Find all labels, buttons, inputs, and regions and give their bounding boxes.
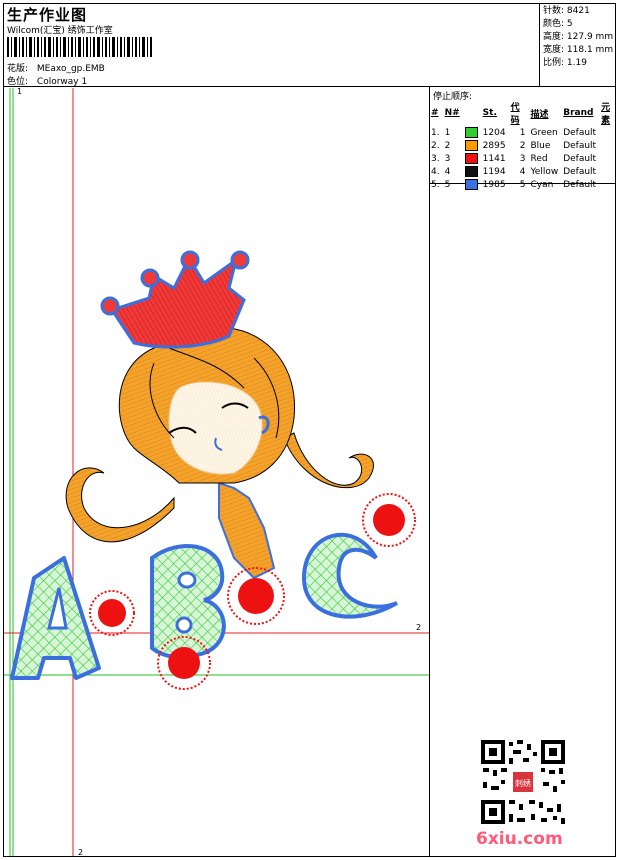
- color-sequence-table: # N# St. 代码 描述 Brand 元素 1. 1 1204 1 Green D…: [430, 100, 620, 191]
- crown-jewel-4: [230, 250, 250, 270]
- page-title: 生产作业图: [7, 6, 88, 24]
- stat-colors: 颜色: 5: [543, 19, 573, 29]
- stat-height: 高度: 127.9 mm: [543, 32, 614, 42]
- guide-label-2-right: 2: [416, 623, 422, 632]
- table-row: 1. 1 1204 1 Green Default: [431, 127, 597, 138]
- qr-badge-text: 刺绣: [515, 778, 531, 788]
- col-desc: 描述: [530, 109, 549, 120]
- watermark: 6xiu.com: [476, 829, 563, 849]
- design-file-value: MEaxo_gp.EMB: [36, 64, 105, 74]
- hair-curl-left: [65, 467, 175, 543]
- colorway-row: 色位: Colorway 1: [7, 74, 87, 87]
- stat-width: 宽度: 118.1 mm: [543, 45, 614, 55]
- qr-code: 刺绣: [479, 738, 567, 826]
- color-swatch: [464, 166, 478, 177]
- barcode: [7, 37, 152, 57]
- pompom-1: [89, 590, 135, 636]
- header-divider: [3, 86, 616, 87]
- col-code: 代码: [510, 103, 520, 126]
- embroidery-preview: [4, 88, 429, 856]
- stat-scale: 比例: 1.19: [543, 58, 587, 68]
- color-swatch: [464, 127, 478, 138]
- crown: [109, 254, 246, 349]
- col-num: #: [431, 108, 439, 118]
- col-swatch: [464, 100, 482, 126]
- stats-divider: [539, 3, 540, 87]
- stat-stitches: 针数: 8421: [543, 6, 590, 16]
- color-swatch: [464, 140, 478, 151]
- crown-jewel-2: [140, 268, 160, 288]
- table-row: 2. 2 2895 2 Blue Default: [431, 140, 597, 151]
- col-n: N#: [444, 108, 460, 118]
- pompom-3: [362, 493, 416, 547]
- colorway-label: 色位:: [7, 77, 29, 87]
- studio-name: Wilcom(汇宝) 绣饰工作室: [7, 26, 113, 36]
- hair-curl-right: [283, 432, 374, 489]
- color-swatch: [464, 179, 478, 190]
- table-header-row: # N# St. 代码 描述 Brand 元素: [430, 100, 620, 126]
- body: [218, 481, 276, 580]
- col-brand: Brand: [563, 108, 594, 118]
- guide-label-2-bottom: 2: [78, 848, 84, 857]
- sidebar-divider: [429, 86, 430, 857]
- table-row: 5. 5 1985 5 Cyan Default: [431, 179, 597, 190]
- color-swatch: [464, 153, 478, 164]
- table-row: 3. 3 1141 3 Red Default: [431, 153, 597, 164]
- letter-a: [10, 556, 101, 680]
- design-file-label: 花版:: [7, 64, 29, 74]
- letter-c: [301, 532, 399, 619]
- letter-b: [150, 544, 226, 660]
- guide-label-1: 1: [17, 87, 23, 96]
- design-stats: 针数: 8421 颜色: 5 高度: 127.9 mm 宽度: 118.1 mm…: [543, 5, 613, 70]
- colorway-value: Colorway 1: [36, 77, 88, 87]
- design-file-row: 花版: MEaxo_gp.EMB: [7, 61, 105, 74]
- col-element: 元素: [601, 103, 611, 126]
- crown-jewel-3: [180, 250, 200, 270]
- crown-jewel-1: [100, 296, 120, 316]
- table-row: 4. 4 1194 4 Yellow Default: [431, 166, 597, 177]
- col-stitches: St.: [482, 108, 497, 118]
